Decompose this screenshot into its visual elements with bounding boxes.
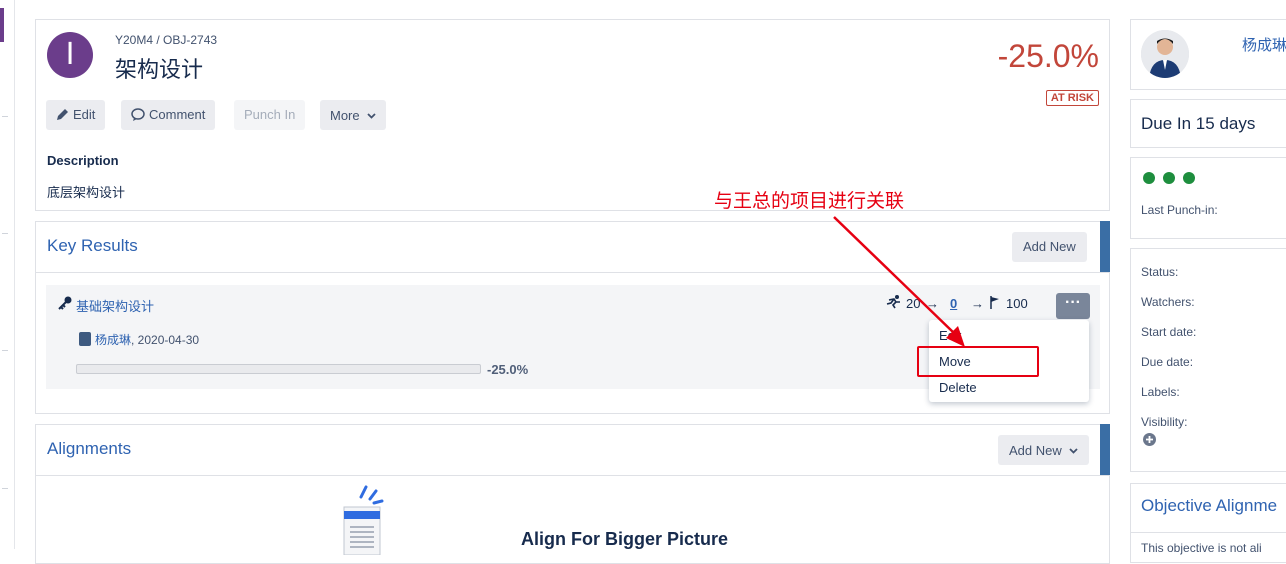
progress-bar <box>76 364 481 374</box>
nav-divider <box>2 350 8 351</box>
arrow-right-icon: → <box>971 296 984 311</box>
owner-card: 杨成琳 <box>1130 19 1286 90</box>
add-visibility-icon[interactable] <box>1143 433 1156 451</box>
edit-button[interactable]: Edit <box>46 100 106 132</box>
chevron-down-icon <box>1069 435 1079 465</box>
comment-button[interactable]: Comment <box>121 100 216 132</box>
divider <box>1131 532 1286 533</box>
key-result-name[interactable]: 基础架构设计 <box>76 296 154 315</box>
key-icon <box>58 296 72 315</box>
punch-dot <box>1183 172 1195 184</box>
alignments-heading: Alignments <box>47 439 132 458</box>
details-card: Status: Watchers: Start date: Due date: … <box>1130 248 1286 472</box>
flag-icon <box>990 296 1000 314</box>
key-results-heading: Key Results <box>47 236 138 255</box>
add-alignment-button[interactable]: Add New <box>998 435 1090 465</box>
visibility-label: Visibility: <box>1141 415 1188 429</box>
progress-percent: -25.0% <box>487 362 529 377</box>
chevron-down-icon <box>367 100 376 130</box>
page-title: 架构设计 <box>115 58 204 83</box>
avatar <box>1141 30 1189 78</box>
objective-avatar: I <box>47 32 93 78</box>
menu-item-edit[interactable]: Edit <box>939 328 961 343</box>
objective-progress: -25.0% <box>997 38 1099 74</box>
add-key-result-button[interactable]: Add New <box>1012 232 1087 262</box>
punch-in-button[interactable]: Punch In <box>234 100 306 130</box>
alignments-section: Alignments Add New Align For Bigger Pict… <box>35 424 1110 564</box>
owner-name-link[interactable]: 杨成琳 <box>1242 34 1286 55</box>
pencil-icon <box>56 102 69 132</box>
divider <box>36 475 1109 476</box>
annotation-text: 与王总的项目进行关联 <box>714 190 905 212</box>
labels-label: Labels: <box>1141 385 1180 399</box>
comment-label: Comment <box>149 107 206 122</box>
due-card: Due In 15 days <box>1130 99 1286 148</box>
divider <box>36 272 1109 273</box>
nav-divider <box>2 116 8 117</box>
more-label: More <box>330 108 360 123</box>
kr-current-value[interactable]: 0 <box>950 296 957 311</box>
start-date-label: Start date: <box>1141 325 1197 339</box>
alignments-empty-title: Align For Bigger Picture <box>521 529 729 549</box>
punch-dot <box>1163 172 1175 184</box>
add-alignment-label: Add New <box>1009 443 1062 458</box>
nav-active-marker <box>0 8 4 42</box>
section-accent <box>1100 424 1110 475</box>
runner-icon <box>886 295 902 314</box>
description-text: 底层架构设计 <box>47 185 126 200</box>
key-result-owner: 杨成琳, 2020-04-30 <box>95 331 199 348</box>
due-text: Due In 15 days <box>1141 114 1256 133</box>
due-date-label: Due date: <box>1141 355 1194 369</box>
status-label: Status: <box>1141 265 1179 279</box>
punch-dot <box>1143 172 1155 184</box>
breadcrumb[interactable]: Y20M4 / OBJ-2743 <box>115 33 217 47</box>
kr-start-value: 20 <box>906 296 921 311</box>
last-punch-label: Last Punch-in: <box>1141 203 1218 217</box>
watchers-label: Watchers: <box>1141 295 1195 309</box>
objective-alignment-card: Objective Alignme This objective is not … <box>1130 483 1286 563</box>
objective-header: I Y20M4 / OBJ-2743 架构设计 -25.0% AT RISK E… <box>35 19 1110 211</box>
ellipsis-icon[interactable]: ··· <box>1056 293 1090 319</box>
kr-target-value: 100 <box>1006 296 1028 311</box>
annotation-highlight-box <box>917 346 1039 377</box>
description-heading: Description <box>47 153 119 168</box>
alignment-note: This objective is not ali <box>1141 541 1262 555</box>
menu-item-delete[interactable]: Delete <box>939 380 977 395</box>
comment-icon <box>131 102 145 132</box>
nav-divider <box>2 488 8 489</box>
arrow-right-icon: → <box>926 296 939 311</box>
section-accent <box>1100 221 1110 272</box>
key-result-date: , 2020-04-30 <box>131 333 200 347</box>
objective-alignment-heading: Objective Alignme <box>1141 496 1278 515</box>
left-nav-rail <box>0 0 15 549</box>
edit-label: Edit <box>73 107 96 122</box>
avatar <box>79 332 91 346</box>
nav-divider <box>2 233 8 234</box>
more-button[interactable]: More <box>320 100 387 130</box>
owner-link[interactable]: 杨成琳 <box>95 333 131 347</box>
status-badge: AT RISK <box>1045 90 1099 106</box>
punch-in-card: Last Punch-in: <box>1130 157 1286 239</box>
